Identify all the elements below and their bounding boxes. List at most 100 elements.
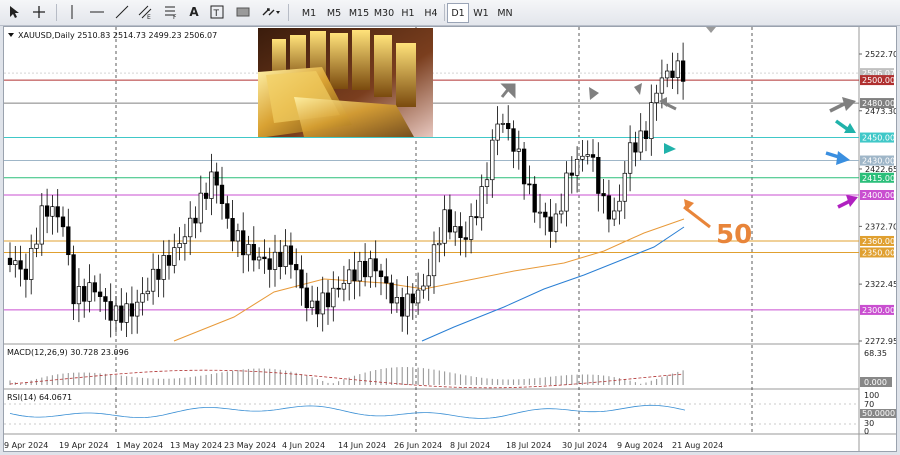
candle-body [453,226,458,233]
fibonacci-icon[interactable]: F [162,3,180,21]
rsi-current-value: 50.0000 [862,409,895,418]
candle-body [55,206,60,218]
candle-body [622,172,627,202]
candle-body [66,226,71,256]
text-label-icon[interactable]: T [208,3,226,21]
candle-body [256,256,262,261]
price-level-labels: 2506.072500.002480.002450.002430.002415.… [860,68,895,315]
symbol-info: XAUUSD,Daily 2510.83 2514.73 2499.23 250… [18,31,217,40]
candle-body [177,243,182,249]
candle-body [654,92,659,104]
horizontal-line-icon[interactable] [88,3,106,21]
candle-body [341,282,347,290]
arrows-tool-icon[interactable] [260,3,282,21]
candle-body [193,217,198,224]
candle-body [463,237,468,240]
price-tick: 2522.70 [865,50,897,59]
candle-body [394,297,400,304]
rsi-line [9,404,686,419]
candle-body [50,206,55,217]
channel-icon[interactable]: E [137,3,155,21]
timeframe-w1[interactable]: W1 [470,3,492,23]
candle-body [400,297,405,317]
candle-body [214,171,219,186]
candle-body [543,211,548,218]
timeframe-m5[interactable]: M5 [322,3,346,23]
candle-body [548,216,553,232]
timeframe-h1[interactable]: H1 [397,3,419,23]
trendline-icon[interactable] [113,3,131,21]
candle-body [272,251,278,270]
date-label: 21 Aug 2024 [672,441,723,450]
date-label: 19 Apr 2024 [59,441,108,450]
candle-body [437,242,442,246]
candle-body [612,210,617,220]
candle-body [309,300,315,309]
candle-body [60,216,66,228]
candle-body [241,230,246,256]
candle-body [304,287,309,309]
candle-body [606,195,612,220]
candle-body [527,183,532,186]
candle-body [219,184,225,205]
text-tool-button[interactable]: A [186,3,202,21]
timeframe-m15[interactable]: M15 [346,3,372,23]
macd-label: MACD(12,26,9) 30.728 23.096 [7,348,129,357]
candle-body [18,260,23,270]
date-label: 23 May 2024 [224,441,276,450]
candle-body [283,245,288,267]
candle-body [44,205,50,217]
price-chart[interactable]: 50 XAUUSD,Daily 2510.83 2514.73 2499.23 … [4,27,897,452]
rsi-tick-70: 70 [864,400,874,409]
crosshair-icon[interactable] [30,3,48,21]
candle-body [39,205,44,245]
candle-body [585,154,590,157]
candle-body [373,258,378,272]
candle-body [161,255,166,280]
cursor-icon[interactable] [6,3,22,21]
candle-body [92,282,97,293]
candle-body [564,172,569,212]
price-level-label: 2360.00 [862,237,895,246]
candle-body [633,142,638,153]
timeframe-mn[interactable]: MN [493,3,517,23]
candle-body [124,303,129,323]
vertical-line-icon[interactable] [66,3,78,21]
rectangle-icon[interactable] [234,3,252,21]
timeframe-m30[interactable]: M30 [371,3,397,23]
rsi-label: RSI(14) 64.0671 [7,393,72,402]
candle-body [574,158,580,176]
candle-body [368,258,373,278]
macd-zero-tick: 0.000 [864,378,887,387]
candle-body [601,193,606,197]
rsi-levels [4,403,859,425]
candle-body [71,254,76,305]
candle-body [82,286,87,302]
candle-body [553,213,559,232]
timeframe-h4[interactable]: H4 [420,3,442,23]
candle-body [357,260,362,282]
chart-window[interactable]: 50 XAUUSD,Daily 2510.83 2514.73 2499.23 … [3,26,897,452]
candle-body [347,269,352,284]
timeframe-d1[interactable]: D1 [447,3,469,23]
candle-body [251,244,256,261]
candle-body [590,154,596,158]
candle-body [140,293,145,303]
candle-body [490,139,495,181]
candle-body [569,172,574,176]
candle-body [532,183,537,213]
candle-body [506,123,511,130]
candle-body [113,305,119,321]
candle-body [458,226,463,238]
candle-body [415,289,421,304]
candle-body [209,171,214,199]
candle-body [156,268,161,280]
candle-body [278,251,283,267]
candle-body [7,257,13,265]
price-level-label: 2415.00 [862,174,895,183]
price-tick: 2422.65 [865,165,897,174]
candle-body [479,186,484,219]
candle-body [521,148,527,185]
candle-body [203,192,209,199]
timeframe-m1[interactable]: M1 [297,3,321,23]
